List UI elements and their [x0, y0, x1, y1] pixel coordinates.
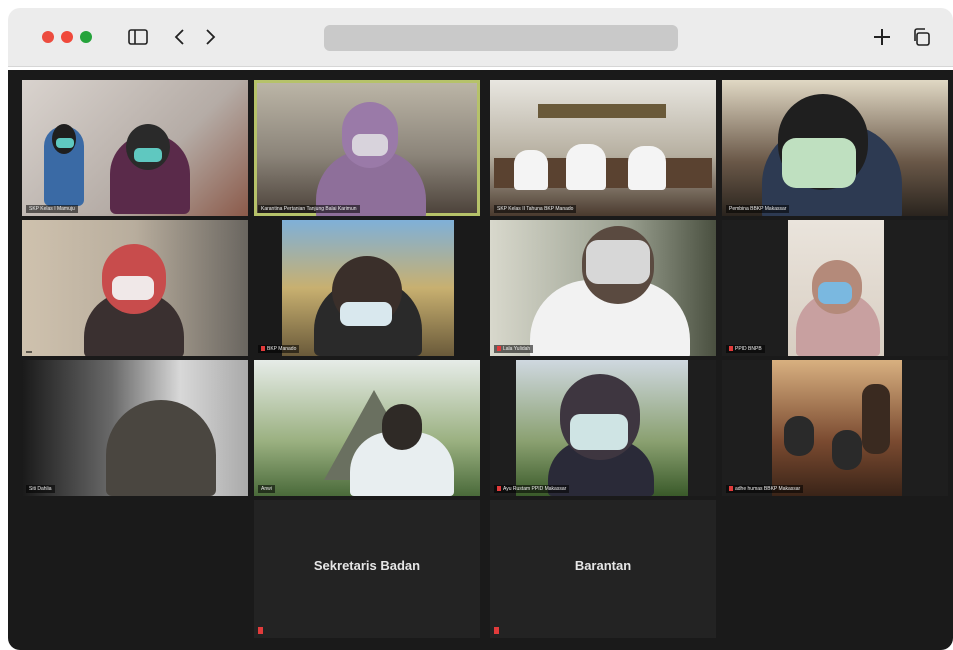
participant-name: Pembina BBKP Makassar [726, 205, 790, 213]
video-tile-camera-off[interactable]: Barantan [490, 500, 716, 638]
participant-name-text: PPID BNPB [735, 346, 762, 352]
video-tile-active-speaker[interactable]: Karantina Pertanian Tanjung Balai Karimu… [254, 80, 480, 216]
participant-name: Ayu Rustam PPID Makassar [494, 485, 570, 493]
participant-name-label: Barantan [574, 558, 632, 573]
title-bar [8, 8, 953, 67]
minimize-window-button[interactable] [61, 31, 73, 43]
tab-overview-icon[interactable] [910, 25, 934, 49]
participant-name: SKP Kelas I Mamuju [26, 205, 78, 213]
video-tile[interactable]: Pembina BBKP Makassar [722, 80, 948, 216]
participant-name: SKP Kelas II Tahuna BKP Manado [494, 205, 577, 213]
participant-name-text: adhe humas BBKP Makassar [735, 486, 801, 492]
participant-name: Karantina Pertanian Tanjung Balai Karimu… [258, 205, 360, 213]
back-icon[interactable] [168, 25, 192, 49]
address-bar[interactable] [324, 25, 678, 51]
participant-name: adhe humas BBKP Makassar [726, 485, 804, 493]
video-tile[interactable]: PPID BNPB [722, 220, 948, 356]
participant-name-label: Sekretaris Badan [313, 558, 421, 573]
muted-icon [497, 486, 501, 492]
participant-name [26, 351, 32, 353]
video-tile[interactable]: Siti Dahlia [22, 360, 248, 496]
close-window-button[interactable] [42, 31, 54, 43]
muted-icon [494, 627, 499, 634]
muted-icon [261, 346, 265, 352]
video-tile[interactable]: SKP Kelas II Tahuna BKP Manado [490, 80, 716, 216]
muted-icon [729, 346, 733, 352]
video-tile[interactable]: Anwi [254, 360, 480, 496]
video-tile[interactable]: adhe humas BBKP Makassar [722, 360, 948, 496]
video-tile[interactable] [22, 220, 248, 356]
muted-icon [258, 627, 263, 634]
video-tile-camera-off[interactable]: Sekretaris Badan [254, 500, 480, 638]
participant-name: Anwi [258, 485, 275, 493]
muted-icon [497, 346, 501, 352]
video-tile[interactable]: SKP Kelas I Mamuju [22, 80, 248, 216]
participant-name: Siti Dahlia [26, 485, 55, 493]
participant-name-text: Lala Yulidah [503, 346, 531, 352]
video-gallery: SKP Kelas I Mamuju Karantina Pertanian T… [8, 70, 953, 650]
muted-icon [729, 486, 733, 492]
video-tile[interactable]: Lala Yulidah [490, 220, 716, 356]
video-tile[interactable]: BKP Manado [254, 220, 480, 356]
participant-name-text: BKP Manado [267, 346, 297, 352]
participant-name: PPID BNPB [726, 345, 765, 353]
participant-name-text: Ayu Rustam PPID Makassar [503, 486, 567, 492]
maximize-window-button[interactable] [80, 31, 92, 43]
participant-name: Lala Yulidah [494, 345, 534, 353]
participant-name: BKP Manado [258, 345, 300, 353]
forward-icon[interactable] [198, 25, 222, 49]
video-tile[interactable]: Ayu Rustam PPID Makassar [490, 360, 716, 496]
browser-window: SKP Kelas I Mamuju Karantina Pertanian T… [8, 8, 953, 650]
new-tab-icon[interactable] [870, 25, 894, 49]
sidebar-toggle-icon[interactable] [126, 25, 150, 49]
